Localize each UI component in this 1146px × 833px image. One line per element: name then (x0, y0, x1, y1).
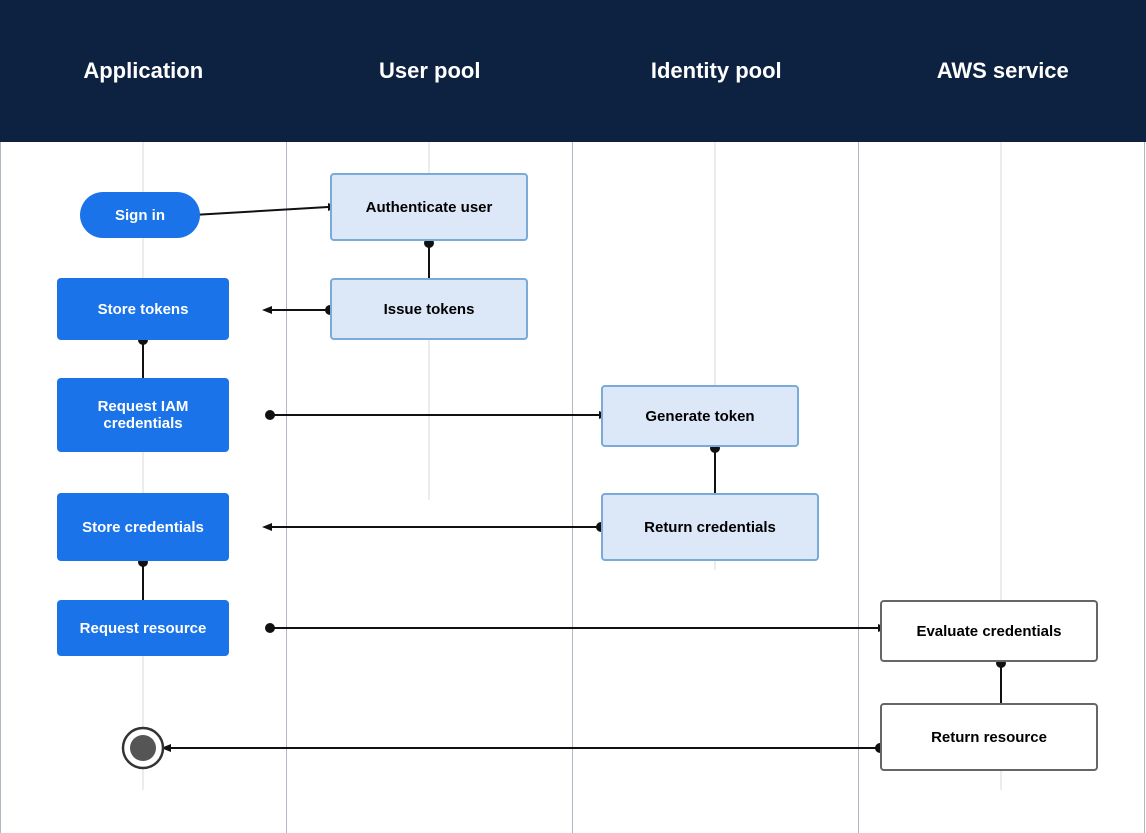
col-header-aws-service: AWS service (860, 0, 1146, 142)
request-iam-node: Request IAM credentials (57, 378, 229, 452)
col-title-aws-service: AWS service (937, 58, 1069, 84)
store-credentials-node: Store credentials (57, 493, 229, 561)
return-resource-node: Return resource (880, 703, 1098, 771)
swimlane-line-3 (858, 142, 859, 833)
swimlane-line-2 (572, 142, 573, 833)
evaluate-credentials-node: Evaluate credentials (880, 600, 1098, 662)
col-title-application: Application (83, 58, 203, 84)
columns-header: Application User pool Identity pool AWS … (0, 0, 1146, 142)
swimlane-line-1 (286, 142, 287, 833)
issue-tokens-node: Issue tokens (330, 278, 528, 340)
authenticate-user-node: Authenticate user (330, 173, 528, 241)
swimlane-line-4 (1144, 142, 1145, 833)
col-title-user-pool: User pool (379, 58, 480, 84)
sign-in-node: Sign in (80, 192, 200, 238)
end-node (121, 726, 165, 770)
col-header-identity-pool: Identity pool (573, 0, 860, 142)
request-resource-node: Request resource (57, 600, 229, 656)
col-title-identity-pool: Identity pool (651, 58, 782, 84)
col-header-user-pool: User pool (287, 0, 574, 142)
swimlane-line-0 (0, 142, 1, 833)
store-tokens-node: Store tokens (57, 278, 229, 340)
generate-token-node: Generate token (601, 385, 799, 447)
col-header-application: Application (0, 0, 287, 142)
return-credentials-node: Return credentials (601, 493, 819, 561)
diagram-container: Application User pool Identity pool AWS … (0, 0, 1146, 833)
